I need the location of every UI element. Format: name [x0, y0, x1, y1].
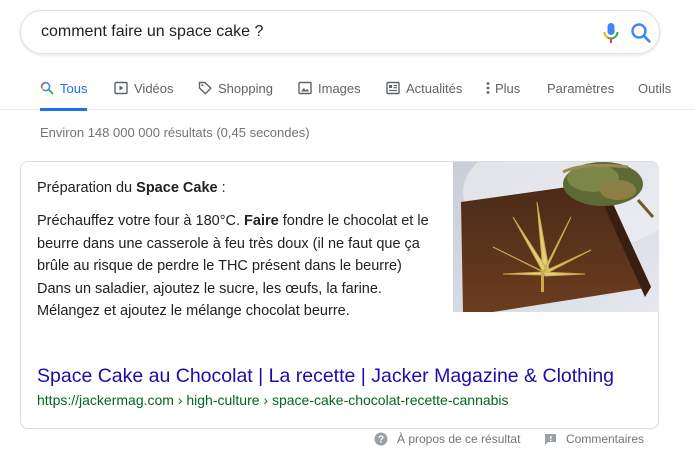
snippet-heading-bold: Space Cake: [136, 180, 218, 196]
tab-label: Actualités: [406, 81, 463, 96]
video-icon: [114, 81, 128, 95]
feedback-button[interactable]: Commentaires: [544, 432, 644, 446]
tab-videos[interactable]: Vidéos: [114, 70, 174, 110]
snippet-text-before: Préchauffez votre four à 180°C.: [37, 213, 245, 229]
tab-more[interactable]: Plus: [484, 70, 520, 110]
tab-label: Shopping: [218, 81, 273, 96]
snippet-image[interactable]: [453, 162, 659, 312]
snippet-heading: Préparation du Space Cake :: [37, 180, 226, 196]
tab-label: Images: [318, 81, 361, 96]
snippet-heading-prefix: Préparation du: [37, 180, 137, 196]
help-icon: ?: [374, 432, 388, 446]
tab-tools[interactable]: Outils: [638, 70, 671, 110]
result-url: https://jackermag.com › high-culture › s…: [37, 392, 509, 408]
snippet-text-bold: Faire: [244, 213, 279, 229]
about-result-button[interactable]: ? À propos de ce résultat: [374, 432, 520, 446]
tab-label: Vidéos: [134, 81, 174, 96]
search-icon: [40, 81, 54, 95]
search-tabs: Tous Vidéos Shopping Images Actualités P…: [0, 70, 695, 111]
tab-label: Outils: [638, 81, 672, 96]
tab-label: Plus: [495, 81, 521, 96]
about-result-label: À propos de ce résultat: [397, 432, 521, 446]
search-input[interactable]: [41, 11, 581, 53]
feedback-icon: [545, 433, 556, 445]
tab-settings[interactable]: Paramètres: [547, 70, 614, 110]
news-icon: [386, 81, 400, 95]
result-title-link[interactable]: Space Cake au Chocolat | La recette | Ja…: [37, 365, 614, 388]
featured-snippet: Préparation du Space Cake : Préchauffez …: [20, 161, 659, 429]
search-icon[interactable]: [630, 22, 652, 44]
tab-label: Tous: [60, 81, 88, 96]
svg-text:?: ?: [378, 435, 384, 446]
tab-news[interactable]: Actualités: [386, 70, 462, 110]
search-box[interactable]: [20, 10, 660, 54]
image-icon: [298, 81, 312, 95]
space-cake-photo: [453, 162, 659, 312]
more-vert-icon: [486, 82, 490, 94]
tag-icon: [198, 81, 212, 95]
feedback-label: Commentaires: [566, 432, 645, 446]
microphone-icon[interactable]: [601, 22, 621, 44]
tab-all[interactable]: Tous: [40, 70, 88, 111]
tab-label: Paramètres: [547, 81, 615, 96]
snippet-heading-suffix: :: [217, 180, 226, 196]
tab-shopping[interactable]: Shopping: [198, 70, 273, 110]
snippet-text: Préchauffez votre four à 180°C. Faire fo…: [37, 210, 437, 323]
result-stats: Environ 148 000 000 résultats (0,45 seco…: [40, 125, 310, 140]
tab-images[interactable]: Images: [298, 70, 361, 110]
